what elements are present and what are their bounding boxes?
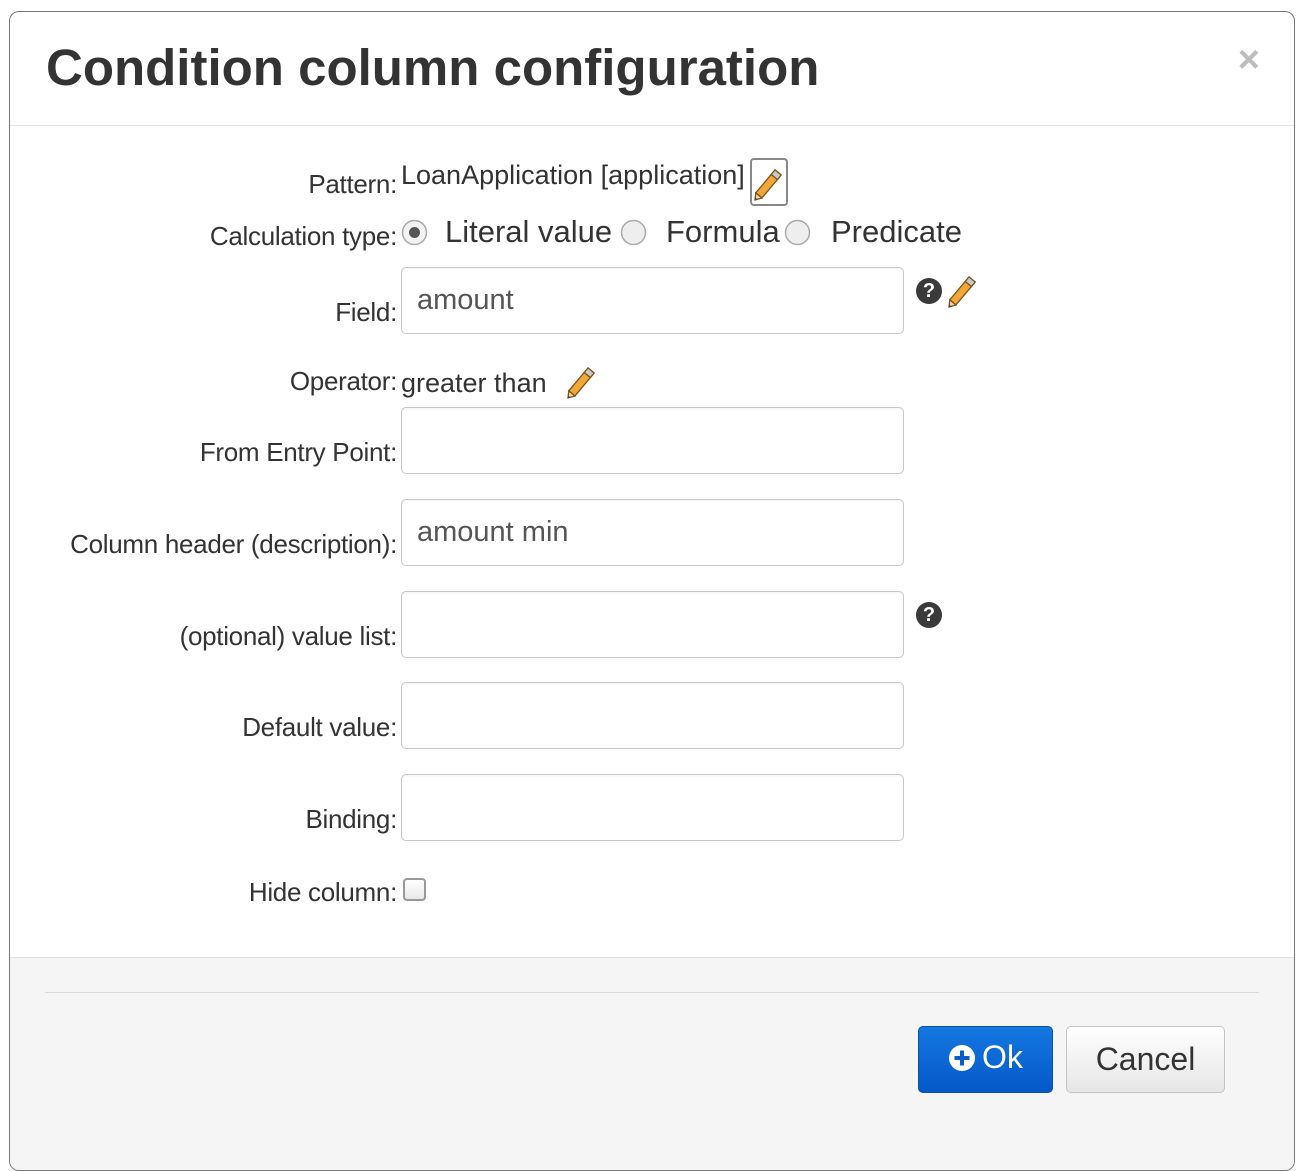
ok-button[interactable]: Ok: [918, 1026, 1053, 1093]
question-circle-icon[interactable]: ?: [916, 602, 942, 628]
pencil-icon: [754, 168, 783, 201]
value-list-label: (optional) value list:: [179, 621, 398, 651]
radio-label-formula: Formula: [666, 214, 780, 249]
calculation-type-label: Calculation type:: [209, 221, 397, 251]
hide-column-checkbox[interactable]: [403, 878, 426, 901]
field-input[interactable]: [401, 267, 904, 334]
dialog-header: Condition column configuration ×: [10, 12, 1294, 126]
field-label: Field:: [335, 297, 397, 327]
radio-predicate[interactable]: [784, 219, 811, 246]
radio-label-predicate: Predicate: [831, 214, 962, 249]
binding-input[interactable]: [401, 774, 904, 841]
operator-label: Operator:: [289, 366, 397, 396]
dialog-footer: Ok Cancel: [10, 957, 1294, 1170]
column-header-input[interactable]: [401, 499, 904, 566]
dialog-title: Condition column configuration: [46, 39, 820, 96]
binding-label: Binding:: [305, 804, 397, 834]
plus-circle-icon: [949, 1044, 976, 1071]
question-circle-icon[interactable]: ?: [916, 278, 942, 304]
close-button[interactable]: ×: [1238, 40, 1260, 80]
radio-literal-value[interactable]: [401, 219, 428, 246]
value-list-input[interactable]: [401, 591, 904, 658]
default-value-label: Default value:: [242, 712, 397, 742]
from-entry-point-label: From Entry Point:: [199, 437, 397, 467]
ok-button-label: Ok: [982, 1039, 1023, 1076]
condition-column-dialog: Condition column configuration × Pattern…: [9, 11, 1295, 1171]
hide-column-label: Hide column:: [248, 877, 397, 907]
radio-formula[interactable]: [620, 219, 647, 246]
pattern-label: Pattern:: [308, 169, 397, 199]
pattern-value: LoanApplication [application]: [401, 160, 745, 190]
radio-label-literal-value: Literal value: [445, 214, 613, 249]
operator-value: greater than: [401, 368, 547, 398]
cancel-button[interactable]: Cancel: [1066, 1026, 1225, 1093]
column-header-label: Column header (description):: [70, 529, 397, 559]
pattern-edit-button[interactable]: [750, 158, 788, 206]
pencil-icon[interactable]: [565, 367, 599, 401]
pencil-icon[interactable]: [946, 276, 980, 310]
footer-divider: [45, 992, 1259, 993]
from-entry-point-input[interactable]: [401, 407, 904, 474]
default-value-input[interactable]: [401, 682, 904, 749]
